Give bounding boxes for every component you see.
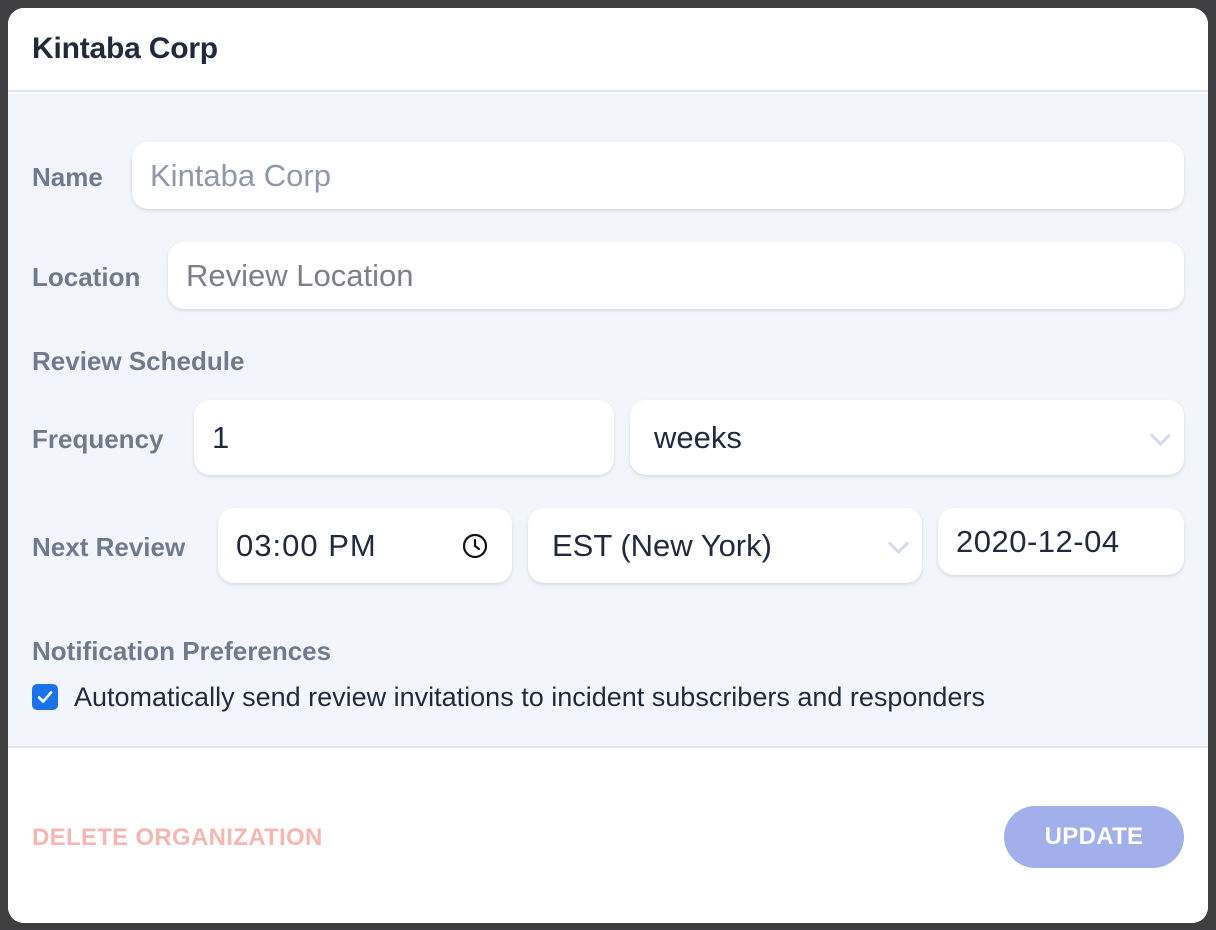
review-schedule-heading: Review Schedule — [32, 346, 245, 376]
chevron-down-icon — [1149, 424, 1172, 446]
frequency-unit-value: weeks — [654, 419, 742, 455]
next-review-timezone-value: EST (New York) — [552, 527, 772, 563]
next-review-timezone-select[interactable]: EST (New York) — [528, 508, 922, 583]
location-input[interactable] — [186, 257, 1184, 294]
next-review-date-input[interactable]: 2020-12-04 — [938, 508, 1184, 575]
modal-header: Kintaba Corp — [8, 8, 1208, 92]
name-input[interactable] — [150, 157, 1184, 194]
modal-footer: DELETE ORGANIZATION UPDATE — [8, 750, 1208, 923]
update-button[interactable]: UPDATE — [1004, 806, 1184, 868]
next-review-time-value: 03:00 PM — [236, 527, 377, 563]
modal-body: Name Location Review Schedule Frequency … — [8, 94, 1208, 748]
auto-invite-label[interactable]: Automatically send review invitations to… — [74, 682, 985, 713]
location-field[interactable] — [168, 242, 1184, 309]
next-review-date-value: 2020-12-04 — [956, 523, 1120, 559]
notification-preferences-heading: Notification Preferences — [32, 636, 332, 666]
frequency-number-value: 1 — [212, 419, 230, 455]
frequency-label: Frequency — [32, 424, 164, 454]
location-label: Location — [32, 262, 141, 292]
frequency-unit-select[interactable]: weeks — [630, 400, 1184, 475]
name-field[interactable] — [132, 142, 1184, 209]
next-review-time-input[interactable]: 03:00 PM — [218, 508, 512, 583]
clock-icon[interactable] — [462, 533, 488, 559]
chevron-down-icon — [887, 532, 910, 554]
frequency-number-field[interactable]: 1 — [194, 400, 614, 475]
delete-organization-button[interactable]: DELETE ORGANIZATION — [32, 824, 323, 852]
next-review-label: Next Review — [32, 532, 186, 562]
checkmark-icon — [37, 691, 53, 703]
auto-invite-checkbox[interactable] — [32, 684, 58, 710]
modal-title: Kintaba Corp — [32, 32, 218, 65]
name-label: Name — [32, 162, 103, 192]
edit-organization-modal: Kintaba Corp Name Location Review Schedu… — [8, 8, 1208, 923]
